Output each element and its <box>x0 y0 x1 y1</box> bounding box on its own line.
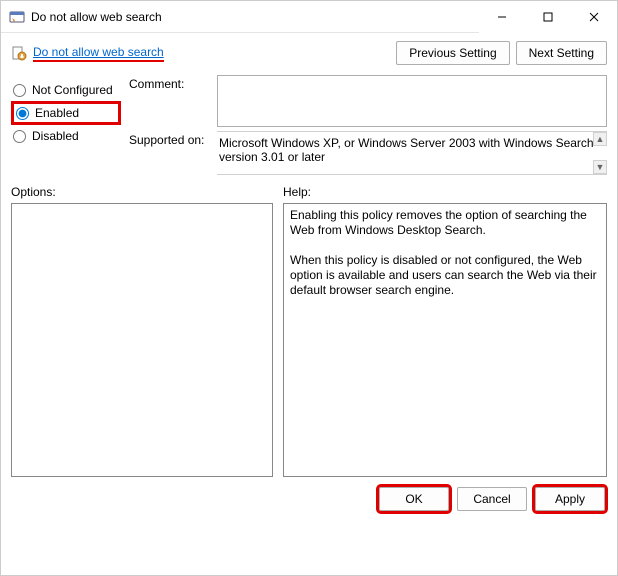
radio-disabled-input[interactable] <box>13 130 26 143</box>
options-pane[interactable] <box>11 203 273 477</box>
radio-not-configured[interactable]: Not Configured <box>11 79 121 101</box>
help-label: Help: <box>283 185 607 199</box>
supported-on-label: Supported on: <box>129 131 209 147</box>
supported-on-value: Microsoft Windows XP, or Windows Server … <box>219 136 594 164</box>
radio-disabled[interactable]: Disabled <box>11 125 121 147</box>
panes: Enabling this policy removes the option … <box>1 201 617 477</box>
radio-enabled-input[interactable] <box>16 107 29 120</box>
state-radio-group: Not Configured Enabled Disabled <box>11 75 121 175</box>
scroll-up-icon[interactable]: ▲ <box>593 132 607 146</box>
maximize-button[interactable] <box>525 1 571 33</box>
comment-label: Comment: <box>129 75 209 91</box>
app-icon <box>9 9 25 25</box>
policy-name-link[interactable]: Do not allow web search <box>33 45 164 62</box>
comment-textarea[interactable] <box>217 75 607 127</box>
policy-icon <box>11 45 27 61</box>
supported-on-text: Microsoft Windows XP, or Windows Server … <box>217 131 607 175</box>
options-label: Options: <box>11 185 273 199</box>
ok-button[interactable]: OK <box>379 487 449 511</box>
close-button[interactable] <box>571 1 617 33</box>
radio-not-configured-input[interactable] <box>13 84 26 97</box>
window-title: Do not allow web search <box>31 10 479 24</box>
next-setting-button[interactable]: Next Setting <box>516 41 607 65</box>
title-bar: Do not allow web search <box>1 1 617 33</box>
scroll-down-icon[interactable]: ▼ <box>593 160 607 174</box>
minimize-button[interactable] <box>479 1 525 33</box>
pane-labels: Options: Help: <box>1 175 617 201</box>
config-section: Not Configured Enabled Disabled Comment:… <box>1 71 617 175</box>
radio-enabled[interactable]: Enabled <box>11 101 121 125</box>
cancel-button[interactable]: Cancel <box>457 487 527 511</box>
header-row: Do not allow web search Previous Setting… <box>1 33 617 71</box>
radio-not-configured-label: Not Configured <box>32 83 113 97</box>
radio-enabled-label: Enabled <box>35 106 79 120</box>
apply-button[interactable]: Apply <box>535 487 605 511</box>
window-controls <box>479 1 617 32</box>
help-text: Enabling this policy removes the option … <box>290 208 600 297</box>
dialog-footer: OK Cancel Apply <box>1 477 617 521</box>
help-pane[interactable]: Enabling this policy removes the option … <box>283 203 607 477</box>
radio-disabled-label: Disabled <box>32 129 79 143</box>
previous-setting-button[interactable]: Previous Setting <box>396 41 509 65</box>
